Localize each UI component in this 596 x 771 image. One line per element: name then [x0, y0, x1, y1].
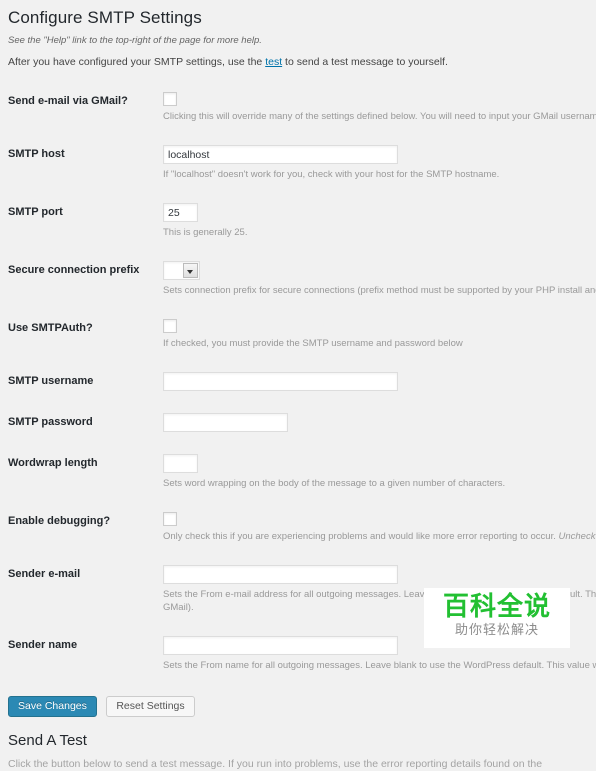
desc-sender-name: Sets the From name for all outgoing mess… — [163, 659, 596, 672]
intro-text: After you have configured your SMTP sett… — [8, 56, 588, 69]
desc-send-via-gmail: Clicking this will override many of the … — [163, 110, 596, 123]
watermark-main-text: 百科全说 — [424, 592, 570, 622]
send-test-title: Send A Test — [8, 732, 596, 750]
label-secure-prefix: Secure connection prefix — [8, 250, 163, 308]
send-test-description: Click the button below to send a test me… — [8, 758, 596, 771]
label-smtp-auth: Use SMTPAuth? — [8, 308, 163, 361]
desc-smtp-port: This is generally 25. — [163, 226, 596, 239]
intro-before: After you have configured your SMTP sett… — [8, 56, 265, 68]
desc-debugging: Only check this if you are experiencing … — [163, 530, 596, 543]
intro-after: to send a test message to yourself. — [282, 56, 448, 68]
row-smtp-auth: Use SMTPAuth? If checked, you must provi… — [8, 308, 596, 361]
sender-name-input[interactable] — [163, 636, 398, 655]
save-changes-button[interactable]: Save Changes — [8, 696, 97, 717]
label-smtp-username: SMTP username — [8, 361, 163, 402]
label-send-via-gmail: Send e-mail via GMail? — [8, 81, 163, 134]
row-smtp-port: SMTP port This is generally 25. — [8, 192, 596, 250]
label-smtp-host: SMTP host — [8, 134, 163, 192]
send-via-gmail-checkbox[interactable] — [163, 92, 177, 106]
chevron-down-icon — [183, 263, 198, 278]
wordwrap-input[interactable] — [163, 454, 198, 473]
label-smtp-password: SMTP password — [8, 402, 163, 443]
reset-settings-button[interactable]: Reset Settings — [106, 696, 194, 717]
help-note: See the "Help" link to the top-right of … — [8, 35, 588, 47]
desc-smtp-auth: If checked, you must provide the SMTP us… — [163, 337, 596, 350]
settings-page: Configure SMTP Settings See the "Help" l… — [0, 0, 588, 683]
smtp-port-input[interactable] — [163, 203, 198, 222]
row-smtp-username: SMTP username — [8, 361, 596, 402]
row-secure-prefix: Secure connection prefix Sets connection… — [8, 250, 596, 308]
desc-debugging-main: Only check this if you are experiencing … — [163, 531, 559, 542]
sender-email-input[interactable] — [163, 565, 398, 584]
label-smtp-port: SMTP port — [8, 192, 163, 250]
smtp-host-input[interactable] — [163, 145, 398, 164]
watermark: 百科全说 助你轻松解决 — [424, 588, 570, 648]
test-link[interactable]: test — [265, 56, 282, 68]
row-smtp-host: SMTP host If "localhost" doesn't work fo… — [8, 134, 596, 192]
row-send-via-gmail: Send e-mail via GMail? Clicking this wil… — [8, 81, 596, 134]
desc-secure-prefix: Sets connection prefix for secure connec… — [163, 284, 596, 297]
smtp-auth-checkbox[interactable] — [163, 319, 177, 333]
row-wordwrap: Wordwrap length Sets word wrapping on th… — [8, 443, 596, 501]
row-smtp-password: SMTP password — [8, 402, 596, 443]
label-sender-email: Sender e-mail — [8, 554, 163, 625]
page-title: Configure SMTP Settings — [8, 8, 588, 28]
form-actions: Save Changes Reset Settings — [8, 696, 596, 717]
watermark-sub-text: 助你轻松解决 — [424, 622, 570, 640]
debugging-checkbox[interactable] — [163, 512, 177, 526]
desc-debugging-italic: Uncheck this once you have — [559, 531, 596, 542]
row-debugging: Enable debugging? Only check this if you… — [8, 501, 596, 554]
smtp-username-input[interactable] — [163, 372, 398, 391]
label-sender-name: Sender name — [8, 625, 163, 683]
label-wordwrap: Wordwrap length — [8, 443, 163, 501]
secure-prefix-select[interactable] — [163, 261, 200, 280]
desc-wordwrap: Sets word wrapping on the body of the me… — [163, 477, 596, 490]
desc-smtp-host: If "localhost" doesn't work for you, che… — [163, 168, 596, 181]
smtp-password-input[interactable] — [163, 413, 288, 432]
label-debugging: Enable debugging? — [8, 501, 163, 554]
